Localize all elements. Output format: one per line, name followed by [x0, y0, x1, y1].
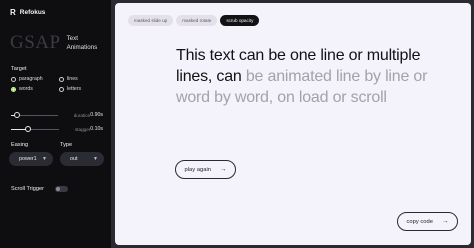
easing-select-value: power1 [19, 156, 37, 162]
type-select[interactable]: out ▼ [60, 152, 104, 166]
type-label: Type [60, 142, 73, 148]
type-select-value: out [70, 156, 78, 162]
duration-slider-row: duration 0.90s [11, 110, 103, 120]
scroll-trigger-label: Scroll Trigger [11, 186, 44, 192]
copy-code-button[interactable]: copy code → [397, 212, 458, 231]
radio-words[interactable]: words [11, 86, 59, 92]
radio-lines-dot[interactable] [59, 76, 64, 82]
target-radio-group: paragraph lines words letters [11, 76, 101, 92]
stagger-slider-row: stagger 0.10s [11, 124, 103, 134]
radio-words-dot[interactable] [11, 86, 16, 92]
radio-paragraph-label: paragraph [19, 76, 43, 82]
brand-subtitle-line2: Animations [66, 44, 98, 51]
copy-code-label: copy code [406, 218, 433, 225]
select-row: power1 ▼ out ▼ [9, 152, 104, 166]
chevron-down-icon: ▼ [93, 156, 98, 162]
scroll-trigger-row: Scroll Trigger [11, 186, 68, 192]
tab-masked-slide-up[interactable]: masked slide up [128, 15, 174, 26]
radio-paragraph[interactable]: paragraph [11, 76, 59, 82]
easing-select[interactable]: power1 ▼ [9, 152, 53, 166]
stagger-value: 0.10s [90, 126, 103, 132]
radio-letters-label: letters [67, 86, 82, 92]
tab-masked-rotate[interactable]: masked rotate [176, 15, 218, 26]
brand-subtitle: Text Animations [67, 34, 98, 52]
radio-letters[interactable]: letters [59, 86, 101, 92]
easing-label: Easing [11, 142, 29, 148]
scroll-trigger-toggle[interactable] [54, 186, 68, 192]
preview-panel: masked slide up masked rotate scrub opac… [115, 3, 471, 245]
duration-label: duration [73, 112, 91, 118]
brand-title: GSAP [10, 32, 61, 53]
radio-paragraph-dot[interactable] [11, 76, 16, 82]
tab-scrub-opacity[interactable]: scrub opacity [220, 15, 260, 26]
app-frame: R Refokus GSAP Text Animations Target pa… [0, 0, 474, 248]
stagger-slider-knob[interactable] [25, 126, 32, 132]
arrow-right-icon: → [441, 218, 449, 225]
refokus-logo-icon: R [10, 8, 16, 17]
app-name: Refokus [19, 9, 46, 16]
play-again-label: play again [184, 166, 211, 173]
scroll-trigger-toggle-knob [55, 187, 60, 191]
arrow-right-icon: → [219, 166, 227, 173]
radio-lines[interactable]: lines [59, 76, 101, 82]
animation-tabs: masked slide up masked rotate scrub opac… [128, 15, 260, 26]
duration-slider-knob[interactable] [13, 112, 20, 118]
duration-value: 0.90s [90, 112, 103, 118]
target-label: Target [11, 66, 27, 72]
duration-slider[interactable] [11, 112, 58, 118]
preview-headline: This text can be one line or multiple li… [176, 45, 438, 108]
brand-subtitle-line1: Text [66, 35, 78, 42]
logo: R Refokus [10, 8, 45, 17]
chevron-down-icon: ▼ [42, 156, 47, 162]
radio-lines-label: lines [67, 76, 78, 82]
brand-block: GSAP Text Animations [10, 33, 97, 53]
radio-letters-dot[interactable] [59, 86, 64, 92]
stagger-label: stagger [74, 126, 91, 132]
radio-words-label: words [19, 86, 33, 92]
play-again-button[interactable]: play again → [175, 160, 236, 179]
sidebar: R Refokus GSAP Text Animations Target pa… [0, 0, 111, 248]
stagger-slider[interactable] [11, 126, 59, 132]
